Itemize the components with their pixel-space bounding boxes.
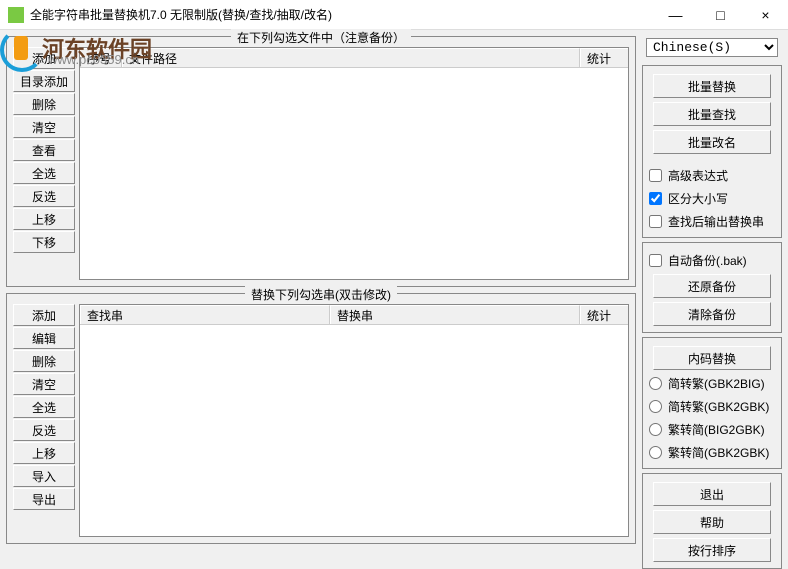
- restore-backup-button[interactable]: 还原备份: [653, 274, 771, 298]
- auto-backup-checkbox[interactable]: 自动备份(.bak): [647, 251, 777, 270]
- strings-group-title: 替换下列勾选串(双击修改): [245, 286, 397, 303]
- view-file-button[interactable]: 查看: [13, 139, 75, 161]
- backup-group: 自动备份(.bak) 还原备份 清除备份: [642, 242, 782, 333]
- exit-button[interactable]: 退出: [653, 482, 771, 506]
- case-sensitive-checkbox[interactable]: 区分大小写: [647, 189, 777, 208]
- files-button-column: 添加 目录添加 删除 清空 查看 全选 反选 上移 下移: [13, 47, 75, 280]
- add-file-button[interactable]: 添加: [13, 47, 75, 69]
- encoding-replace-button[interactable]: 内码替换: [653, 346, 771, 370]
- files-group-title: 在下列勾选文件中（注意备份）: [231, 29, 411, 46]
- delete-file-button[interactable]: 删除: [13, 93, 75, 115]
- invert-files-button[interactable]: 反选: [13, 185, 75, 207]
- batch-rename-button[interactable]: 批量改名: [653, 130, 771, 154]
- move-up-string-button[interactable]: 上移: [13, 442, 75, 464]
- batch-replace-button[interactable]: 批量替换: [653, 74, 771, 98]
- encoding-group: 内码替换 简转繁(GBK2BIG) 简转繁(GBK2GBK) 繁转简(BIG2G…: [642, 337, 782, 469]
- add-dir-button[interactable]: 目录添加: [13, 70, 75, 92]
- select-all-files-button[interactable]: 全选: [13, 162, 75, 184]
- advanced-expr-checkbox[interactable]: 高级表达式: [647, 166, 777, 185]
- export-button[interactable]: 导出: [13, 488, 75, 510]
- col-stats[interactable]: 统计: [580, 48, 628, 67]
- help-button[interactable]: 帮助: [653, 510, 771, 534]
- footer-group: 退出 帮助 按行排序: [642, 473, 782, 569]
- enc-gbk2gbk-radio[interactable]: 简转繁(GBK2GBK): [647, 397, 777, 416]
- enc-gbk2big-radio[interactable]: 简转繁(GBK2BIG): [647, 374, 777, 393]
- delete-string-button[interactable]: 删除: [13, 350, 75, 372]
- sort-lines-button[interactable]: 按行排序: [653, 538, 771, 562]
- batch-find-button[interactable]: 批量查找: [653, 102, 771, 126]
- language-select[interactable]: Chinese(S): [646, 38, 778, 57]
- output-after-find-checkbox[interactable]: 查找后输出替换串: [647, 212, 777, 231]
- col-replace[interactable]: 替换串: [330, 305, 580, 324]
- close-button[interactable]: ×: [743, 0, 788, 30]
- add-string-button[interactable]: 添加: [13, 304, 75, 326]
- strings-table-body[interactable]: [80, 325, 628, 536]
- app-icon: [8, 7, 24, 23]
- enc-big2gbk-radio[interactable]: 繁转简(BIG2GBK): [647, 420, 777, 439]
- strings-button-column: 添加 编辑 删除 清空 全选 反选 上移 导入 导出: [13, 304, 75, 537]
- col-stats2[interactable]: 统计: [580, 305, 628, 324]
- col-filepath[interactable]: 文件路径: [122, 48, 580, 67]
- maximize-button[interactable]: □: [698, 0, 743, 30]
- invert-strings-button[interactable]: 反选: [13, 419, 75, 441]
- col-index[interactable]: 序号: [80, 48, 122, 67]
- clear-backup-button[interactable]: 清除备份: [653, 302, 771, 326]
- window-title: 全能字符串批量替换机7.0 无限制版(替换/查找/抽取/改名): [30, 6, 653, 23]
- clear-strings-button[interactable]: 清空: [13, 373, 75, 395]
- titlebar: 全能字符串批量替换机7.0 无限制版(替换/查找/抽取/改名) — □ ×: [0, 0, 788, 30]
- strings-groupbox: 替换下列勾选串(双击修改) 添加 编辑 删除 清空 全选 反选 上移 导入 导出…: [6, 293, 636, 544]
- files-table[interactable]: 序号 文件路径 统计: [79, 47, 629, 280]
- files-groupbox: 在下列勾选文件中（注意备份） 添加 目录添加 删除 清空 查看 全选 反选 上移…: [6, 36, 636, 287]
- import-button[interactable]: 导入: [13, 465, 75, 487]
- enc-gbk2gbk2-radio[interactable]: 繁转简(GBK2GBK): [647, 443, 777, 462]
- clear-files-button[interactable]: 清空: [13, 116, 75, 138]
- batch-group: 批量替换 批量查找 批量改名 高级表达式 区分大小写 查找后输出替换串: [642, 65, 782, 238]
- move-down-file-button[interactable]: 下移: [13, 231, 75, 253]
- col-search[interactable]: 查找串: [80, 305, 330, 324]
- minimize-button[interactable]: —: [653, 0, 698, 30]
- files-table-body[interactable]: [80, 68, 628, 279]
- strings-table[interactable]: 查找串 替换串 统计: [79, 304, 629, 537]
- edit-string-button[interactable]: 编辑: [13, 327, 75, 349]
- select-all-strings-button[interactable]: 全选: [13, 396, 75, 418]
- move-up-file-button[interactable]: 上移: [13, 208, 75, 230]
